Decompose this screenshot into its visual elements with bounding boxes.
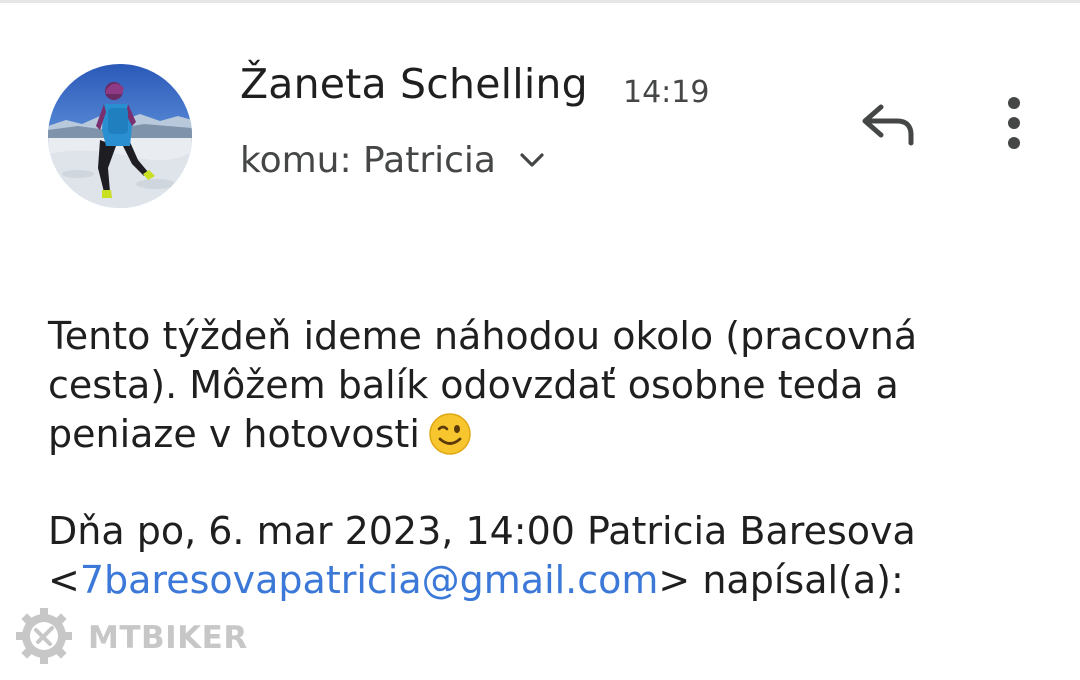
more-options-button[interactable]: [984, 92, 1044, 158]
quoted-message-header: Dňa po, 6. mar 2023, 14:00 Patricia Bare…: [48, 507, 1038, 605]
body-line: Tento týždeň ideme náhodou okolo (pracov…: [48, 314, 918, 358]
email-view: Žaneta Schelling 14:19 komu: Patricia Te…: [0, 0, 1080, 680]
watermark: MTBIKER: [14, 606, 248, 670]
recipient-details-toggle[interactable]: komu: Patricia: [240, 136, 546, 184]
open-bracket: <: [48, 558, 80, 602]
quote-attribution: Dňa po, 6. mar 2023, 14:00 Patricia Bare…: [48, 509, 916, 553]
mtbiker-logo-icon: [14, 606, 74, 670]
reply-button[interactable]: [852, 94, 924, 158]
quote-suffix: > napísal(a):: [658, 558, 904, 602]
avatar[interactable]: [48, 64, 192, 208]
winking-face-emoji: [428, 412, 472, 456]
quote-sender-line: <7baresovapatricia@gmail.com> napísal(a)…: [48, 556, 1038, 605]
body-line: cesta). Môžem balík odovzdať osobne teda…: [48, 363, 899, 407]
message-body: Tento týždeň ideme náhodou okolo (pracov…: [48, 312, 1038, 459]
recipient-label: komu: Patricia: [240, 139, 496, 181]
more-vert-icon: [1006, 96, 1022, 154]
sender-name: Žaneta Schelling: [240, 60, 588, 108]
sender-email-link[interactable]: 7baresovapatricia@gmail.com: [80, 558, 659, 602]
message-time: 14:19: [623, 75, 710, 110]
reply-icon: [859, 101, 917, 151]
watermark-text: MTBIKER: [88, 620, 248, 656]
body-line: peniaze v hotovosti: [48, 410, 1038, 459]
chevron-down-icon: [518, 146, 546, 174]
top-divider: [0, 0, 1080, 3]
avatar-photo: [48, 64, 192, 208]
body-line-text: peniaze v hotovosti: [48, 412, 420, 456]
